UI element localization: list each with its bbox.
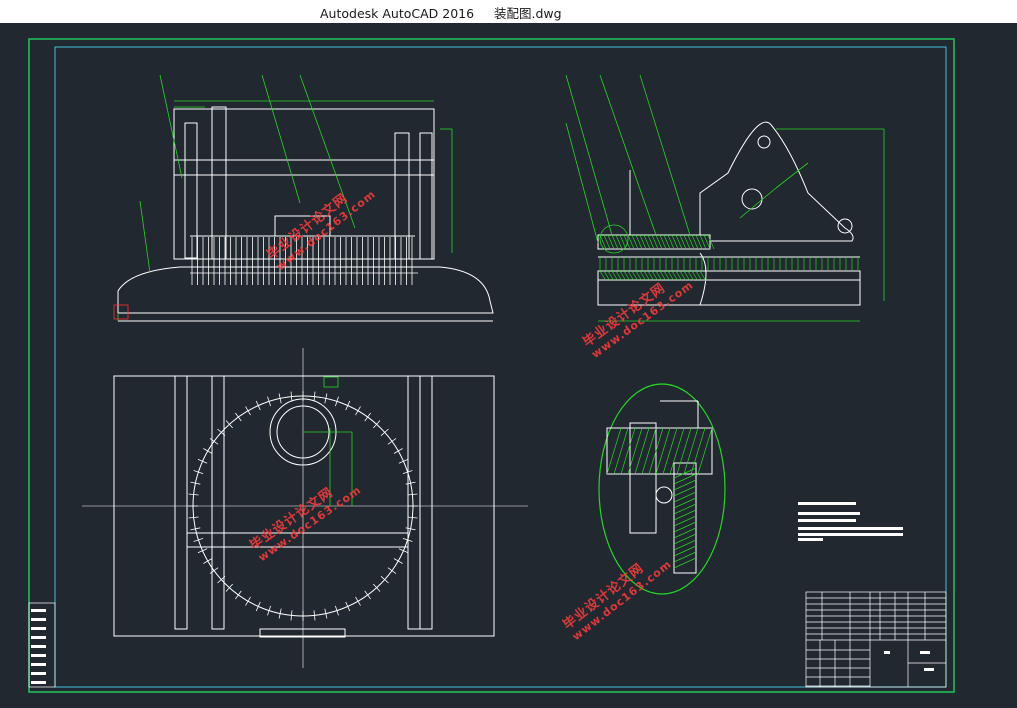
title-bar: Autodesk AutoCAD 2016 装配图.dwg [0,0,1017,24]
window-title: Autodesk AutoCAD 2016 装配图.dwg [320,3,562,22]
technical-notes [798,502,903,541]
inner-frame [54,46,947,688]
outer-frame [28,38,955,693]
side-view-hatch [599,234,859,282]
file-name: 装配图.dwg [493,6,562,21]
app-name: Autodesk AutoCAD 2016 [320,6,475,21]
side-view [597,121,861,306]
side-view-dims [565,74,885,322]
drawing-canvas[interactable]: 毕业设计论文网 www.doc163.com 毕业设计论文网 www.doc163.… [0,23,1017,708]
cad-drawing[interactable] [0,23,1017,708]
title-block [805,591,947,688]
revision-table [28,602,56,688]
